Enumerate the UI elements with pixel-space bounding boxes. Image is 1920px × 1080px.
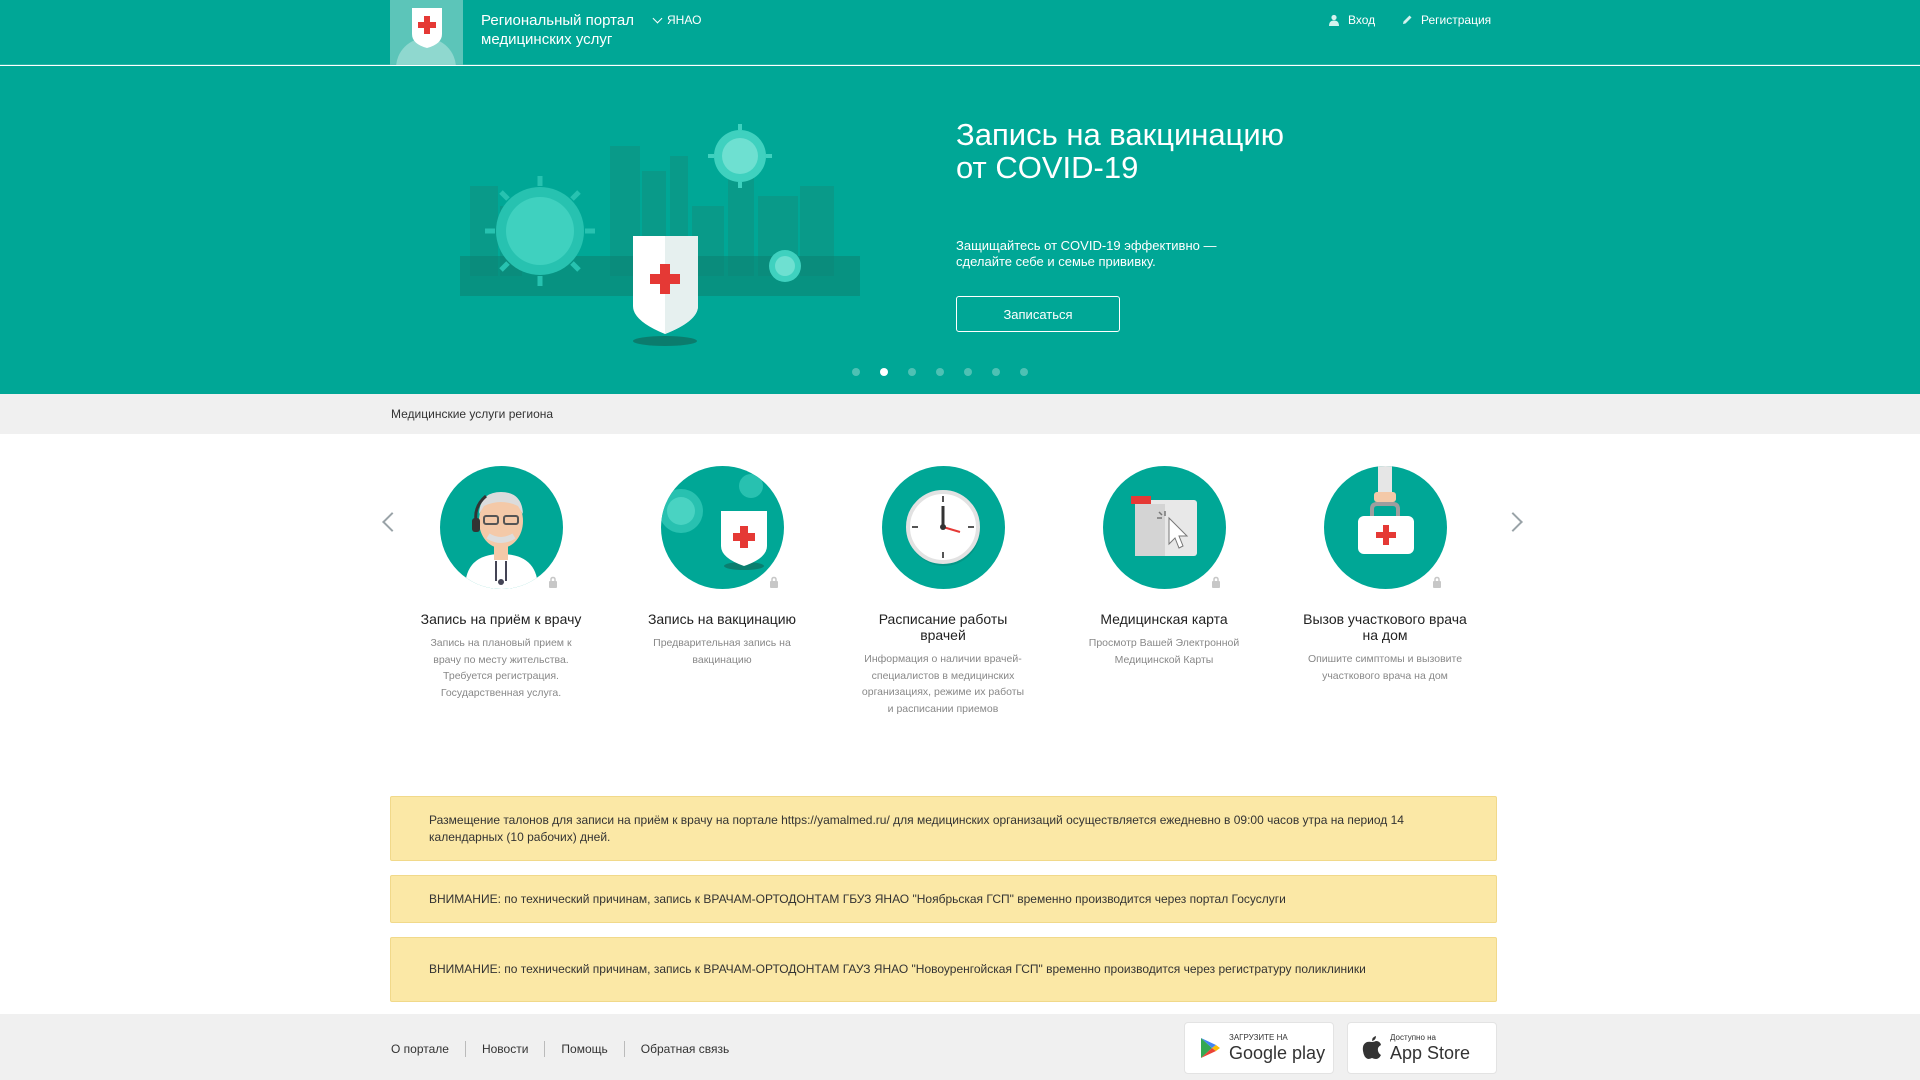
service-card-vaccination[interactable]: Запись на вакцинацию Предварительная зап… <box>637 466 807 668</box>
doctor-icon <box>439 466 563 589</box>
carousel-dot[interactable] <box>852 368 860 376</box>
service-card-home-visit[interactable]: Вызов участкового врача на дом Опишите с… <box>1300 466 1470 684</box>
hero-banner: Запись на вакцинацию от COVID-19 Защищай… <box>0 66 1920 394</box>
service-title: Вызов участкового врача на дом <box>1303 611 1467 643</box>
carousel-dot[interactable] <box>936 368 944 376</box>
service-card-doctor-appointment[interactable]: Запись на приём к врачу Запись на планов… <box>416 466 586 701</box>
app-store-small-text: Доступно на <box>1390 1033 1436 1042</box>
region-label: ЯНАО <box>667 13 702 27</box>
vaccine-shield-icon <box>660 466 784 589</box>
notice-banner: ВНИМАНИЕ: по технический причинам, запис… <box>390 875 1497 923</box>
footer-link-news[interactable]: Новости <box>482 1042 528 1056</box>
lock-icon <box>770 576 778 588</box>
notice-text: ВНИМАНИЕ: по технический причинам, запис… <box>429 962 1366 976</box>
service-card-doctor-schedule[interactable]: Расписание работы врачей Информация о на… <box>858 466 1028 717</box>
google-play-label: Google play <box>1229 1043 1326 1063</box>
service-card-medical-record[interactable]: Медицинская карта Просмотр Вашей Электро… <box>1079 466 1249 668</box>
portal-title[interactable]: Региональный портал медицинских услуг <box>481 11 661 49</box>
carousel-dot-active[interactable] <box>880 368 888 376</box>
first-aid-kit-icon <box>1323 466 1447 589</box>
service-title: Запись на вакцинацию <box>647 611 797 627</box>
section-header: Медицинские услуги региона <box>0 394 1920 434</box>
footer-divider <box>544 1041 546 1057</box>
chevron-down-icon <box>652 13 663 23</box>
google-play-small-text: ЗАГРУЗИТЕ НА <box>1229 1033 1288 1042</box>
service-desc: Информация о наличии врачей-специалистов… <box>861 653 1025 715</box>
hero-subtitle: Защищайтесь от COVID-19 эффективно — сде… <box>956 238 1217 269</box>
footer-link-about[interactable]: О портале <box>391 1042 449 1056</box>
register-label: Регистрация <box>1421 13 1492 27</box>
footer-divider <box>464 1041 466 1057</box>
lock-icon <box>549 576 557 588</box>
carousel-dot[interactable] <box>964 368 972 376</box>
region-select[interactable]: ЯНАО <box>652 13 702 27</box>
portal-logo[interactable] <box>390 0 463 65</box>
carousel-dot[interactable] <box>1020 368 1028 376</box>
footer-links: О портале Новости Помощь Обратная связь <box>391 1041 729 1057</box>
covid-illustration <box>460 124 860 346</box>
carousel-dot[interactable] <box>992 368 1000 376</box>
service-desc: Просмотр Вашей Электронной Медицинской К… <box>1088 637 1240 666</box>
service-title: Медицинская карта <box>1100 611 1228 627</box>
login-link[interactable]: Вход <box>1328 13 1375 27</box>
notice-banner: Размещение талонов для записи на приём к… <box>390 796 1497 861</box>
section-title: Медицинские услуги региона <box>391 407 554 421</box>
carousel-next-arrow-icon[interactable] <box>1503 512 1523 532</box>
google-play-icon <box>1201 1038 1220 1058</box>
notice-text: Размещение талонов для записи на приём к… <box>429 812 1404 844</box>
footer-link-feedback[interactable]: Обратная связь <box>641 1042 729 1056</box>
hero-title: Запись на вакцинацию от COVID-19 <box>956 117 1284 185</box>
app-store-button[interactable]: Доступно на App Store <box>1347 1022 1497 1074</box>
footer: О портале Новости Помощь Обратная связь … <box>0 1014 1920 1080</box>
carousel-dots <box>852 368 1028 376</box>
login-label: Вход <box>1348 13 1376 27</box>
footer-divider <box>623 1041 625 1057</box>
user-icon <box>1329 14 1339 26</box>
top-header: Региональный портал медицинских услуг ЯН… <box>0 0 1920 65</box>
register-link[interactable]: Регистрация <box>1401 13 1491 27</box>
service-desc: Запись на плановый прием к врачу по мест… <box>430 637 572 699</box>
logo-shield-icon <box>412 8 442 48</box>
app-store-label: App Store <box>1390 1043 1471 1063</box>
service-desc: Предварительная запись на вакцинацию <box>653 637 791 666</box>
medical-card-icon <box>1102 466 1226 589</box>
apple-icon <box>1362 1036 1381 1059</box>
service-desc: Опишите симптомы и вызовите участкового … <box>1307 653 1463 682</box>
service-title: Расписание работы врачей <box>878 611 1008 643</box>
carousel-prev-arrow-icon[interactable] <box>382 512 402 532</box>
footer-link-help[interactable]: Помощь <box>561 1042 607 1056</box>
lock-icon <box>1433 576 1441 588</box>
signup-button[interactable]: Записаться <box>956 296 1120 332</box>
notice-text: ВНИМАНИЕ: по технический причинам, запис… <box>429 891 1286 906</box>
google-play-button[interactable]: ЗАГРУЗИТЕ НА Google play <box>1184 1022 1334 1074</box>
pencil-icon <box>1403 15 1412 24</box>
clock-icon <box>881 466 1005 589</box>
carousel-dot[interactable] <box>908 368 916 376</box>
notice-banner: ВНИМАНИЕ: по технический причинам, запис… <box>390 937 1497 1002</box>
lock-icon <box>1212 576 1220 588</box>
service-title: Запись на приём к врачу <box>420 611 582 627</box>
